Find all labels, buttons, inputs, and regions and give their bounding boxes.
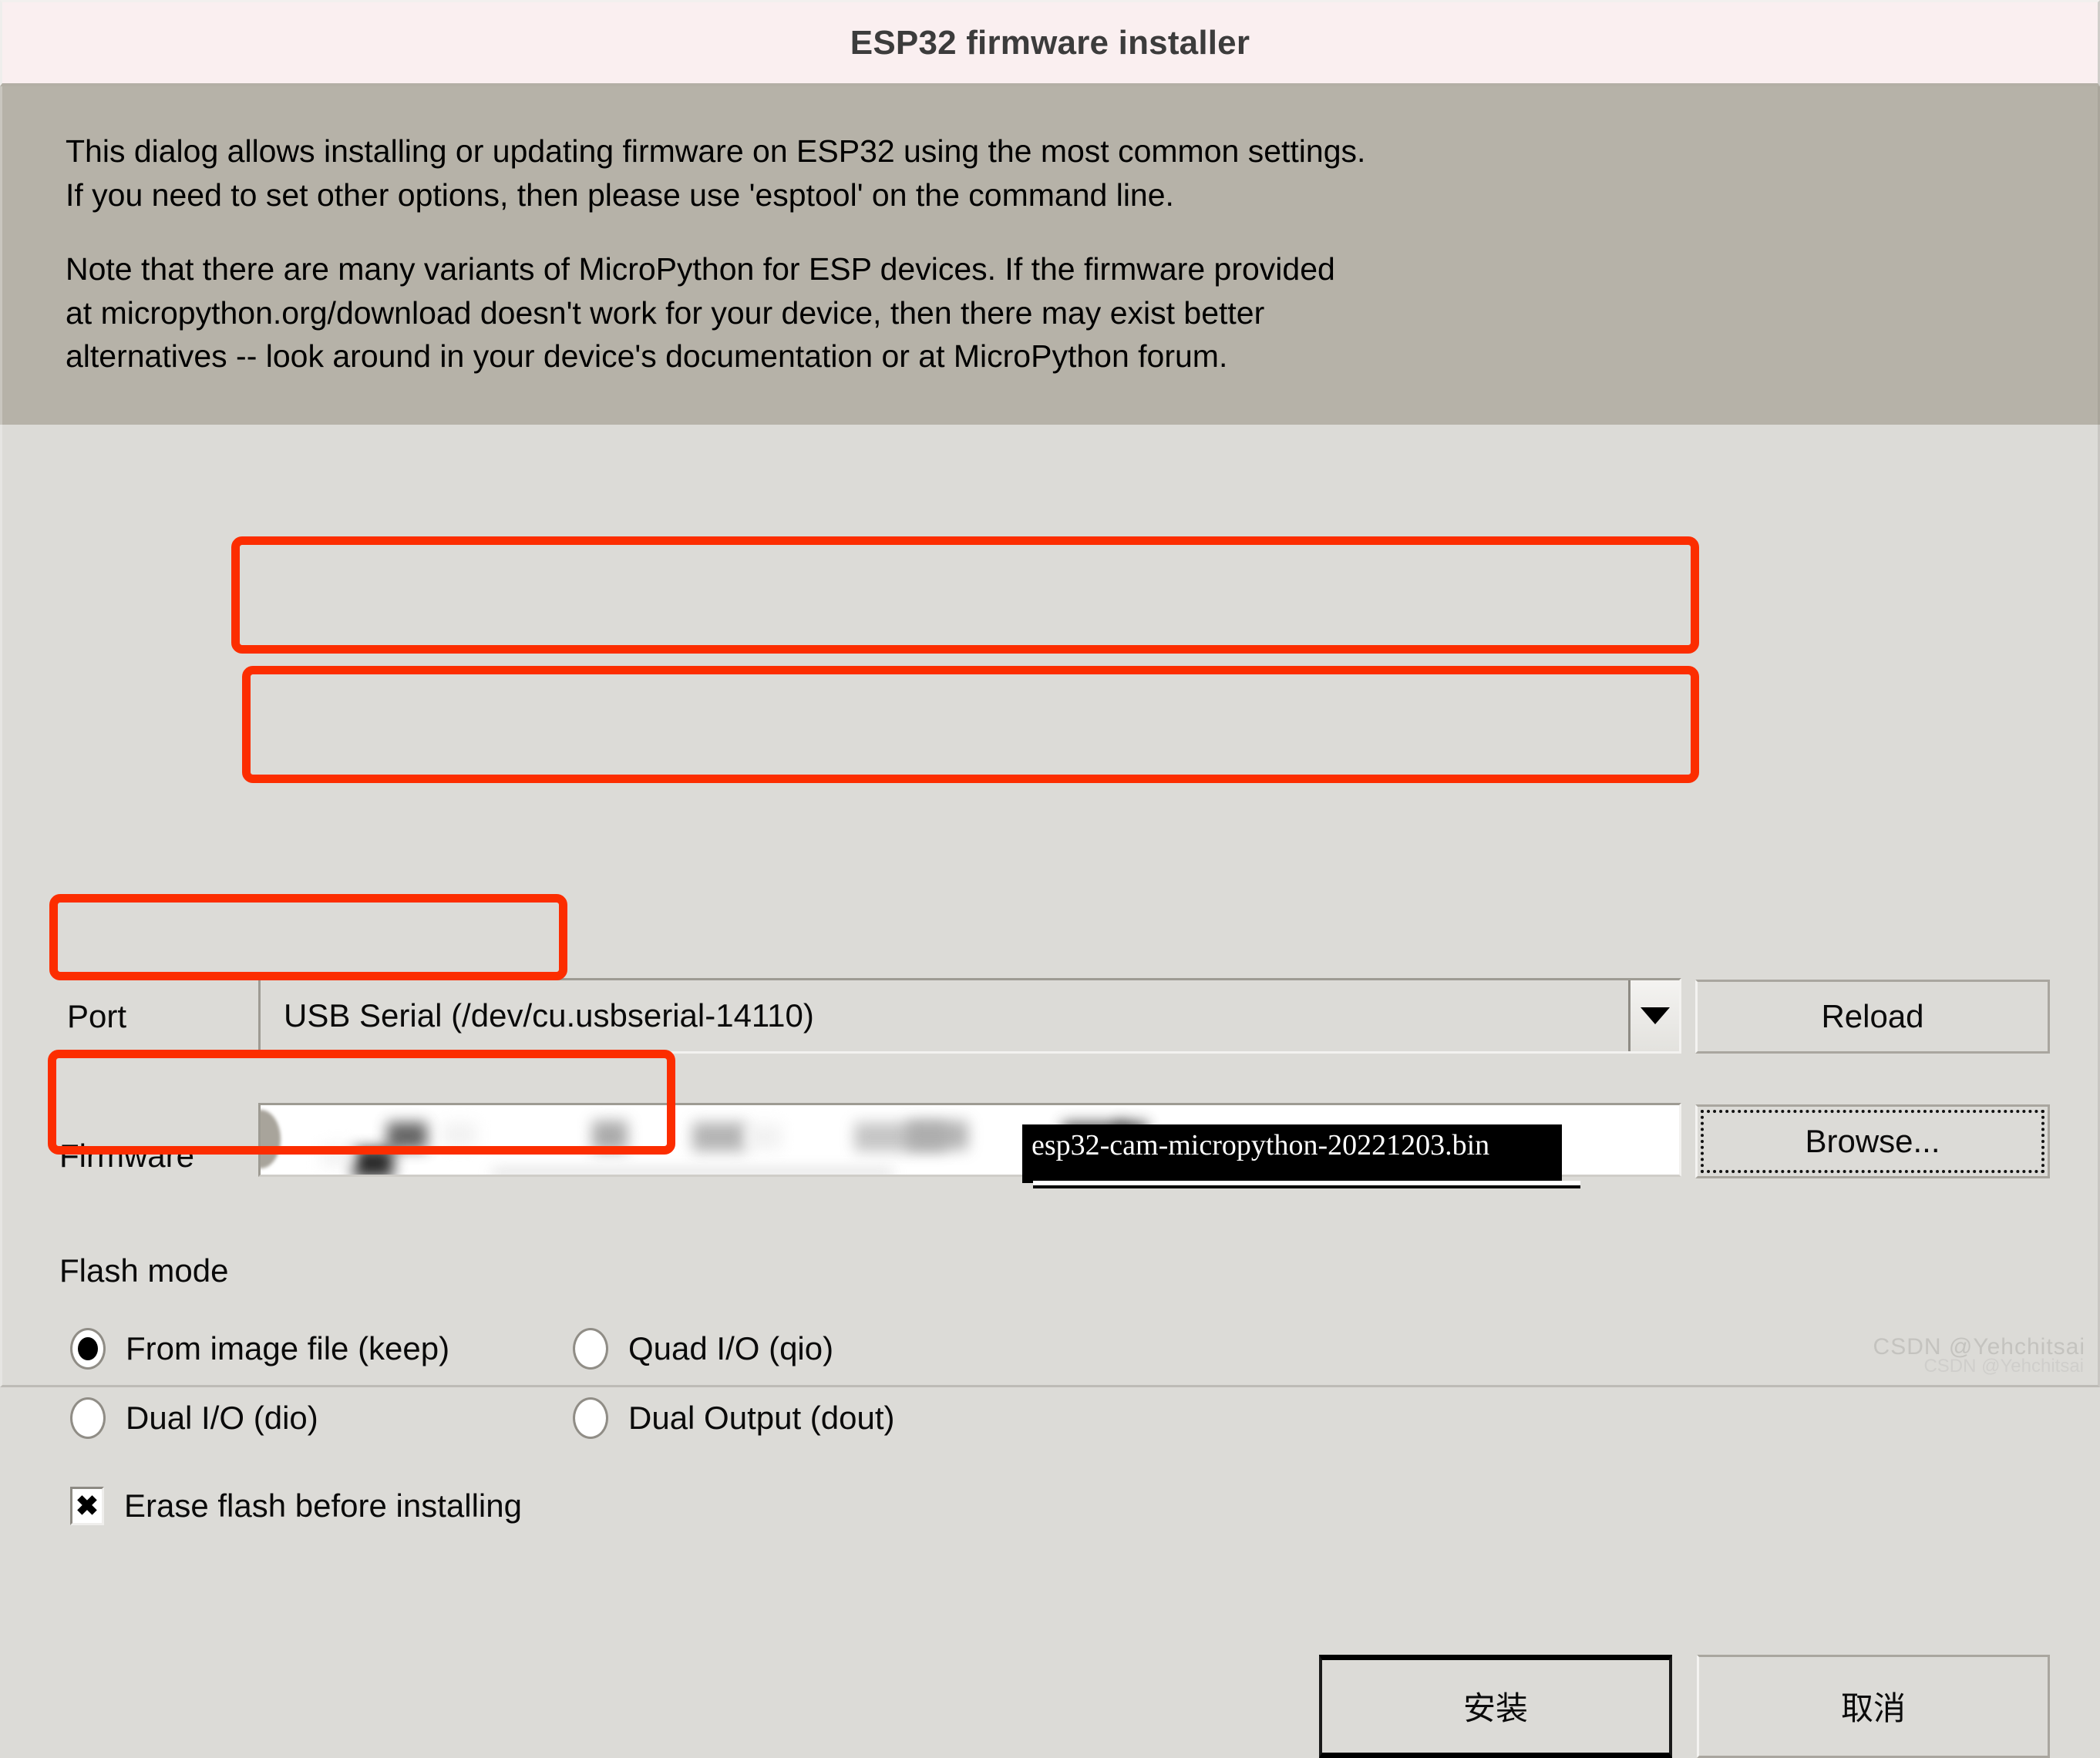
chevron-down-icon[interactable] <box>1628 980 1679 1051</box>
radio-icon-unselected <box>573 1327 608 1370</box>
radio-icon-unselected <box>573 1397 608 1439</box>
install-button[interactable]: 安装 <box>1319 1654 1672 1758</box>
radio-from-image-file[interactable]: From image file (keep) <box>70 1327 450 1370</box>
description-paragraph-2: Note that there are many variants of Mic… <box>66 251 1335 375</box>
title-bar: ESP32 firmware installer <box>0 0 2100 86</box>
firmware-tooltip: esp32-cam-micropython-20221203.bin <box>1022 1124 1562 1183</box>
radio-label-from-image-file: From image file (keep) <box>126 1329 450 1366</box>
radio-dual-io[interactable]: Dual I/O (dio) <box>70 1397 318 1439</box>
cancel-button[interactable]: 取消 <box>1697 1654 2050 1758</box>
firmware-label: Firmware <box>59 1137 194 1174</box>
text-cursor-icon <box>261 1109 281 1168</box>
radio-quad-io[interactable]: Quad I/O (qio) <box>573 1327 834 1370</box>
radio-icon-selected <box>70 1327 106 1370</box>
form-panel: Port USB Serial (/dev/cu.usbserial-14110… <box>0 424 2100 1758</box>
browse-button-focus-ring <box>1701 1109 2044 1173</box>
browse-button[interactable]: Browse... <box>1695 1104 2050 1178</box>
flash-mode-label: Flash mode <box>59 1252 229 1289</box>
dialog-window: ESP32 firmware installer This dialog all… <box>0 0 2100 1758</box>
reload-button[interactable]: Reload <box>1695 979 2050 1054</box>
description-paragraph-1: This dialog allows installing or updatin… <box>66 133 1366 213</box>
port-combobox[interactable]: USB Serial (/dev/cu.usbserial-14110) <box>258 977 1681 1054</box>
port-combobox-value: USB Serial (/dev/cu.usbserial-14110) <box>284 997 814 1034</box>
cancel-button-label: 取消 <box>1840 1690 1906 1727</box>
radio-label-dual-output: Dual Output (dout) <box>628 1399 895 1436</box>
radio-icon-unselected <box>70 1397 106 1439</box>
erase-flash-checkbox[interactable]: ✖ Erase flash before installing <box>70 1486 522 1525</box>
reload-button-label: Reload <box>1821 997 1924 1034</box>
page-title: ESP32 firmware installer <box>850 23 1250 62</box>
install-button-label: 安装 <box>1462 1690 1528 1727</box>
port-label: Port <box>67 997 127 1034</box>
radio-dual-output[interactable]: Dual Output (dout) <box>573 1397 895 1439</box>
radio-label-quad-io: Quad I/O (qio) <box>628 1329 834 1366</box>
firmware-tooltip-text: esp32-cam-micropython-20221203.bin <box>1031 1128 1490 1161</box>
watermark-secondary: CSDN @Yehchitsai <box>1923 1356 2084 1376</box>
checkbox-checked-icon: ✖ <box>70 1486 104 1525</box>
radio-label-dual-io: Dual I/O (dio) <box>126 1399 318 1436</box>
erase-flash-label: Erase flash before installing <box>124 1487 522 1524</box>
description-panel: This dialog allows installing or updatin… <box>0 86 2100 425</box>
firmware-tooltip-underline <box>1033 1180 1580 1188</box>
